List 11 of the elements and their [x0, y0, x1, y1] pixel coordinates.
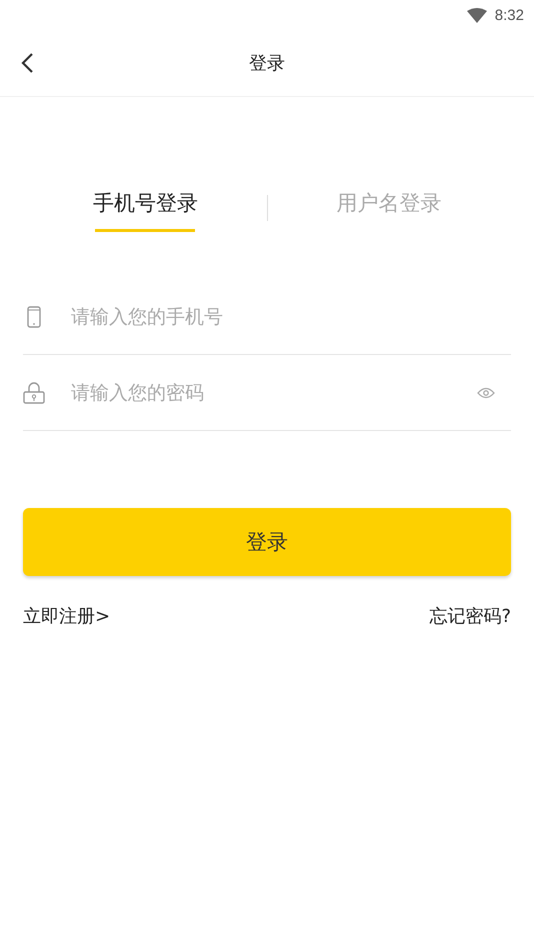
phone-field[interactable]: 请输入您的手机号: [69, 304, 511, 328]
forgot-password-link[interactable]: 忘记密码?: [429, 604, 511, 628]
password-field[interactable]: 请输入您的密码: [69, 380, 477, 404]
page-title: 登录: [249, 52, 285, 75]
wifi-icon: [466, 8, 487, 22]
login-button[interactable]: 登录: [23, 508, 511, 576]
lock-icon: [23, 382, 45, 404]
register-link[interactable]: 立即注册>: [23, 604, 110, 628]
phone-icon: [27, 306, 41, 328]
status-time: 8:32: [494, 6, 524, 24]
login-tab[interactable]: 手机号登录: [24, 189, 266, 232]
